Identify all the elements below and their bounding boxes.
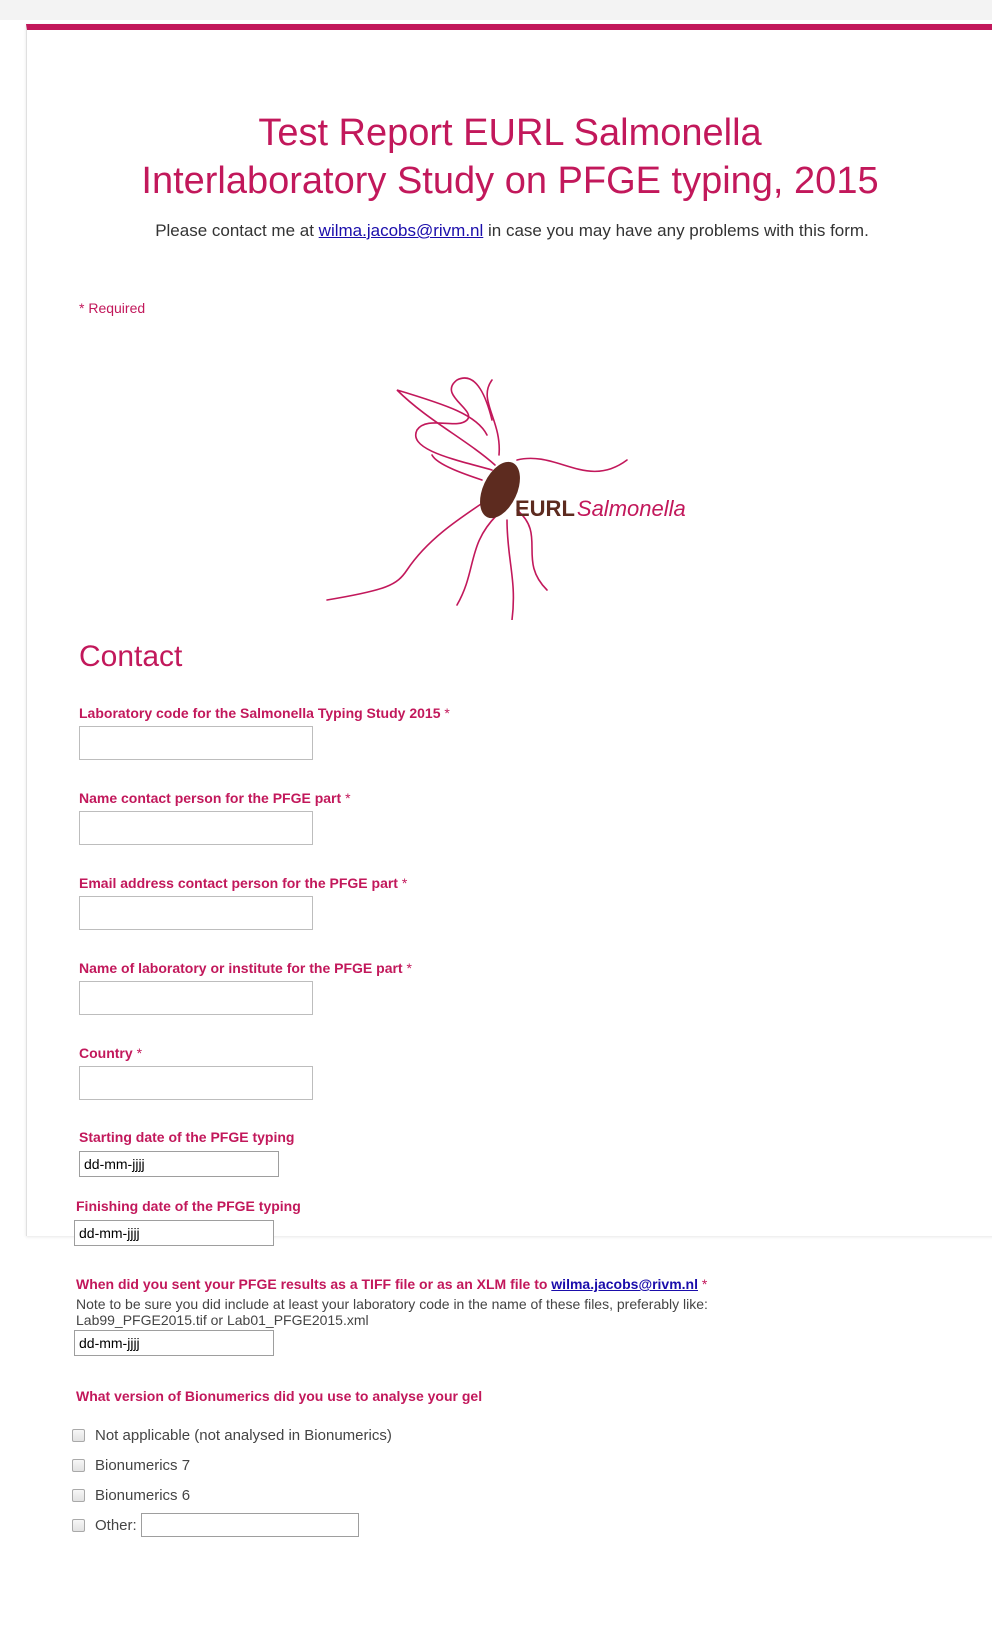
bionumerics-6-checkbox[interactable] (72, 1488, 85, 1502)
question-bionumerics-label: What version of Bionumerics did you use … (76, 1388, 483, 1404)
sent-results-email-link[interactable]: wilma.jacobs@rivm.nl (551, 1276, 698, 1292)
other-text-input[interactable] (140, 1513, 359, 1537)
question-sent-date-label: When did you sent your PFGE results as a… (76, 1276, 708, 1292)
lab-name-input[interactable] (79, 981, 313, 1015)
start-date-input[interactable] (79, 1151, 279, 1177)
option-bionumerics-6[interactable]: Bionumerics 6 (72, 1484, 190, 1506)
form-panel: Test Report EURL Salmonella Interlaborat… (26, 24, 992, 1236)
eurl-salmonella-logo-icon (326, 377, 628, 621)
question-contact-name-label: Name contact person for the PFGE part * (79, 790, 351, 806)
other-checkbox[interactable] (72, 1518, 85, 1532)
sent-date-input[interactable] (74, 1330, 274, 1356)
form-title-line1: Test Report EURL Salmonella (258, 112, 762, 154)
sent-date-help-line2: Lab99_PFGE2015.tif or Lab01_PFGE2015.xml (76, 1312, 369, 1328)
option-not-applicable[interactable]: Not applicable (not analysed in Bionumer… (72, 1424, 392, 1446)
contact-email-link[interactable]: wilma.jacobs@rivm.nl (319, 221, 484, 240)
question-finish-date-label: Finishing date of the PFGE typing (76, 1198, 301, 1214)
finish-date-input[interactable] (74, 1220, 274, 1246)
question-lab-name-label: Name of laboratory or institute for the … (79, 960, 412, 976)
question-country-label: Country * (79, 1045, 143, 1061)
option-bionumerics-7[interactable]: Bionumerics 7 (72, 1454, 190, 1476)
lab-code-input[interactable] (79, 726, 313, 760)
option-other[interactable]: Other: (72, 1513, 359, 1537)
required-note: * Required (79, 300, 146, 316)
section-title-contact: Contact (79, 640, 183, 673)
logo-text: EURLSalmonella (515, 496, 686, 521)
salmonella-bacterium-logo: EURLSalmonella (317, 360, 737, 621)
form-title-line2: Interlaboratory Study on PFGE typing, 20… (141, 160, 879, 202)
country-input[interactable] (79, 1066, 313, 1100)
form-description: Please contact me at wilma.jacobs@rivm.n… (155, 221, 869, 240)
contact-email-input[interactable] (79, 896, 313, 930)
question-contact-email-label: Email address contact person for the PFG… (79, 875, 408, 891)
contact-name-input[interactable] (79, 811, 313, 845)
question-lab-code-label: Laboratory code for the Salmonella Typin… (79, 705, 450, 721)
page-background-top (0, 0, 992, 20)
sent-date-help-line1: Note to be sure you did include at least… (76, 1296, 708, 1312)
question-start-date-label: Starting date of the PFGE typing (79, 1129, 295, 1145)
not-applicable-checkbox[interactable] (72, 1428, 85, 1442)
bionumerics-7-checkbox[interactable] (72, 1458, 85, 1472)
